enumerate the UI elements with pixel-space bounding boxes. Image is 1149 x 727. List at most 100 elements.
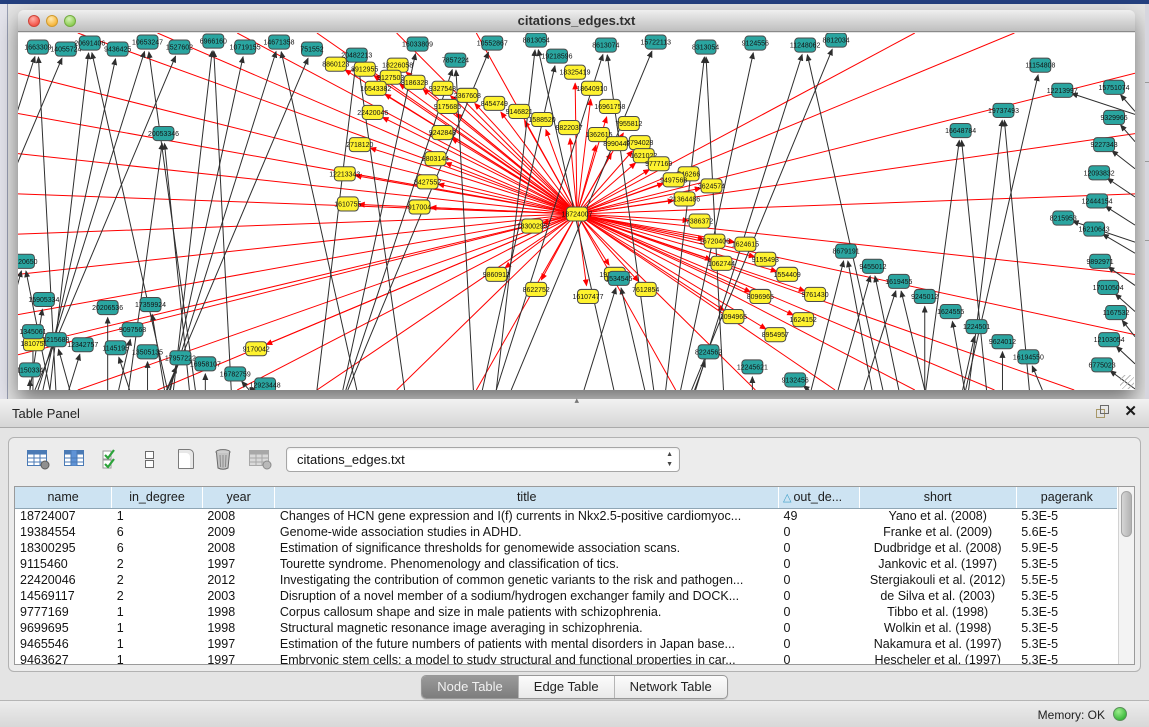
citation-edge-black[interactable] [1072, 93, 1135, 114]
citation-edge-black[interactable] [1121, 95, 1135, 112]
table-row[interactable]: 977716911998Corpus callosum shape and si… [15, 604, 1117, 620]
citation-edge-black[interactable] [1106, 206, 1135, 225]
graph-node-label: 1345061 [19, 329, 46, 336]
table-cell: 0 [779, 652, 860, 665]
float-panel-icon[interactable] [1096, 405, 1110, 419]
table-row[interactable]: 946554611997Estimation of the future num… [15, 636, 1117, 652]
column-header-in_degree[interactable]: in_degree [112, 487, 203, 508]
citation-edge-black[interactable] [173, 51, 212, 390]
citation-edge-red[interactable] [18, 214, 577, 355]
column-header-out_de[interactable]: △out_de... [779, 487, 860, 508]
splitter-handle[interactable]: ▴ [575, 395, 580, 406]
table-selector-dropdown[interactable]: citations_edges.txt ▲▼ [286, 447, 680, 472]
table-row[interactable]: 969969511998Structural magnetic resonanc… [15, 620, 1117, 636]
citation-edge-black[interactable] [242, 381, 249, 390]
tab-edge-table[interactable]: Edge Table [518, 676, 614, 698]
delete-table-icon[interactable] [210, 446, 236, 472]
citation-edge-red[interactable] [397, 214, 577, 390]
citation-edge-black[interactable] [1112, 151, 1135, 169]
citation-edge-black[interactable] [119, 357, 130, 390]
graph-node-label: 11154808 [1025, 63, 1055, 70]
citation-edge-black[interactable] [1116, 347, 1135, 364]
table-row[interactable]: 946362711997Embryonic stem cells: a mode… [15, 652, 1117, 665]
citation-edge-red[interactable] [577, 33, 1014, 214]
citation-edge-black[interactable] [621, 288, 645, 390]
citation-edge-red[interactable] [18, 73, 577, 214]
citation-edge-red[interactable] [356, 176, 577, 214]
citation-edge-red[interactable] [237, 214, 577, 390]
resize-grip-icon[interactable] [1120, 375, 1134, 389]
column-header-pagerank[interactable]: pagerank [1016, 487, 1117, 508]
citation-edge-red[interactable] [317, 214, 577, 390]
table-row[interactable]: 1830029562008Estimation of significance … [15, 540, 1117, 556]
scrollbar-thumb[interactable] [1121, 491, 1132, 537]
column-header-year[interactable]: year [202, 487, 275, 508]
window-titlebar[interactable]: citations_edges.txt [18, 10, 1135, 32]
citation-edge-black[interactable] [926, 141, 960, 390]
background-panel-edge [1145, 4, 1149, 399]
citation-edge-black[interactable] [811, 261, 843, 390]
citation-edge-black[interactable] [69, 354, 80, 390]
table-cell: 5.5E-5 [1016, 572, 1117, 588]
citation-edge-black[interactable] [1122, 320, 1135, 336]
row-selector-icon[interactable] [136, 446, 162, 472]
citation-edge-red[interactable] [18, 194, 577, 214]
new-table-icon[interactable] [173, 446, 199, 472]
graph-node-label: 1624615 [732, 242, 759, 249]
graph-node-label: 1527602 [166, 45, 193, 52]
citation-edge-red[interactable] [577, 214, 1135, 335]
network-canvas[interactable]: 1872400788601238912955182260589127503165… [18, 33, 1135, 390]
graph-node-label: 8427552 [414, 179, 441, 186]
citation-edge-black[interactable] [456, 70, 473, 390]
graph-node-label: 9892971 [1087, 259, 1114, 266]
citation-edge-red[interactable] [577, 214, 755, 257]
citation-edge-red[interactable] [577, 99, 591, 214]
citation-edge-black[interactable] [346, 70, 452, 390]
graph-node-label: 8679191 [832, 249, 859, 256]
table-cell: 1 [112, 620, 203, 636]
table-row[interactable]: 1456911722003Disruption of a novel membe… [15, 588, 1117, 604]
citation-edge-black[interactable] [1121, 125, 1135, 142]
graph-node-label: 8096965 [747, 294, 774, 301]
memory-status-indicator [1113, 707, 1127, 721]
import-table-icon[interactable] [247, 446, 273, 472]
table-row[interactable]: 911546021997Tourette syndrome. Phenomeno… [15, 556, 1117, 572]
citation-edge-red[interactable] [18, 214, 577, 274]
table-row[interactable]: 2242004622012Investigating the contribut… [15, 572, 1117, 588]
column-header-label: name [47, 490, 78, 504]
citation-edge-black[interactable] [59, 349, 70, 390]
graph-node-label: 15905334 [28, 297, 59, 304]
citation-edge-red[interactable] [577, 214, 587, 285]
column-header-title[interactable]: title [275, 487, 779, 508]
table-cell: Structural magnetic resonance image aver… [275, 620, 779, 636]
table-cell: 2 [112, 556, 203, 572]
citation-edge-black[interactable] [317, 65, 356, 390]
graph-node-label: 16782759 [220, 371, 251, 378]
graph-node-label: 17010504 [1093, 285, 1124, 292]
citation-edge-black[interactable] [952, 321, 964, 390]
table-cell: Stergiakouli et al. (2012) [859, 572, 1016, 588]
graph-node-label: 9146821 [506, 109, 533, 116]
graph-node-label: 2803144 [422, 156, 449, 163]
table-cell: 6 [112, 524, 203, 540]
show-columns-icon[interactable] [62, 446, 88, 472]
table-options-icon[interactable] [25, 446, 51, 472]
tab-network-table[interactable]: Network Table [614, 676, 727, 698]
column-header-name[interactable]: name [15, 487, 112, 508]
table-row[interactable]: 1938455462009Genome-wide association stu… [15, 524, 1117, 540]
citation-edge-black[interactable] [969, 120, 1003, 390]
citation-edge-red[interactable] [18, 214, 577, 315]
citation-edge-black[interactable] [963, 336, 975, 390]
graph-node-label: 7386372 [686, 219, 713, 226]
close-panel-icon[interactable]: ✕ [1124, 405, 1137, 419]
table-row[interactable]: 1872400712008Changes of HCN gene express… [15, 508, 1117, 524]
select-columns-icon[interactable] [99, 446, 125, 472]
column-header-short[interactable]: short [859, 487, 1016, 508]
citation-edge-black[interactable] [901, 291, 925, 390]
table-scrollbar[interactable] [1118, 487, 1134, 664]
graph-node-label: 8313054 [692, 45, 719, 52]
table-panel: ▴ Table Panel ✕ [0, 399, 1149, 727]
citation-edge-black[interactable] [170, 57, 243, 390]
tab-node-table[interactable]: Node Table [422, 676, 518, 698]
citation-edge-black[interactable] [695, 361, 706, 390]
